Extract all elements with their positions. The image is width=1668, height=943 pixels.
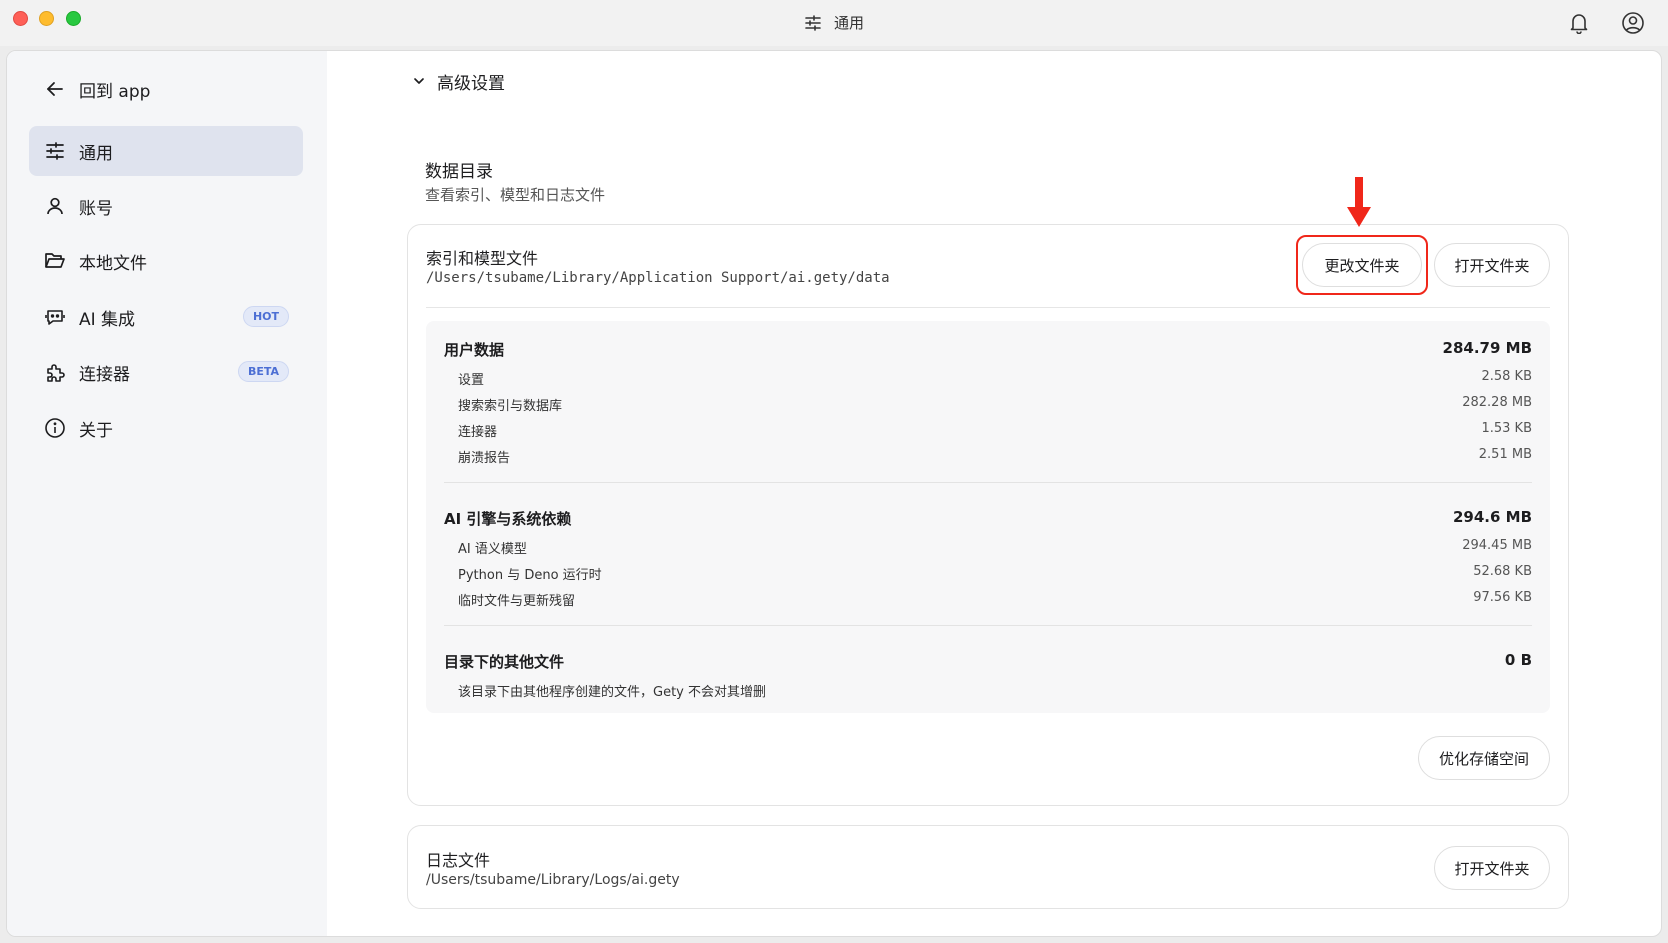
hot-badge: HOT	[242, 306, 289, 327]
settings-window: 回到 app 通用 账号 本地文件 AI 集成 HOT 连接器 BETA 关于 …	[6, 50, 1662, 937]
group-total: 284.79 MB	[1442, 339, 1532, 357]
sidebar-item-label: 通用	[79, 143, 113, 164]
row-value: 2.51 MB	[1478, 447, 1532, 462]
arrow-down-icon	[1345, 177, 1373, 233]
divider	[444, 625, 1532, 626]
log-files-path: /Users/tsubame/Library/Logs/ai.gety	[426, 872, 680, 888]
row-value: 282.28 MB	[1462, 395, 1532, 410]
advanced-settings-toggle[interactable]: 高级设置	[413, 69, 505, 94]
sliders-icon	[804, 14, 822, 32]
robot-chat-icon	[43, 305, 67, 329]
row-label: 搜索索引与数据库	[458, 399, 563, 414]
sidebar-item-account[interactable]: 账号	[29, 181, 303, 231]
main-content: 高级设置 数据目录 查看索引、模型和日志文件 索引和模型文件 /Users/ts…	[327, 51, 1661, 936]
group-note: 该目录下由其他程序创建的文件，Gety 不会对其增删	[458, 685, 766, 700]
sidebar-item-label: AI 集成	[79, 309, 136, 330]
person-icon	[43, 194, 67, 218]
row-label: 连接器	[458, 425, 498, 440]
optimize-storage-button[interactable]: 优化存储空间	[1418, 736, 1550, 780]
sidebar-item-back[interactable]: 回到 app	[29, 64, 303, 114]
group-title: AI 引擎与系统依赖	[444, 510, 572, 528]
data-directory-description: 查看索引、模型和日志文件	[425, 186, 606, 204]
group-total: 0 B	[1504, 651, 1532, 669]
divider	[426, 307, 1550, 308]
sidebar-item-about[interactable]: 关于	[29, 403, 303, 453]
row-label: 设置	[458, 373, 485, 388]
sidebar-item-label: 连接器	[79, 364, 130, 385]
sidebar-item-general[interactable]: 通用	[29, 126, 303, 176]
row-value: 1.53 KB	[1481, 421, 1532, 436]
sidebar-item-label: 回到 app	[79, 81, 151, 102]
row-value: 294.45 MB	[1462, 538, 1532, 553]
account-icon[interactable]	[1620, 10, 1646, 36]
log-files-card: 日志文件 /Users/tsubame/Library/Logs/ai.gety…	[407, 825, 1569, 909]
index-model-files-card: 索引和模型文件 /Users/tsubame/Library/Applicati…	[407, 177, 1569, 806]
sidebar: 回到 app 通用 账号 本地文件 AI 集成 HOT 连接器 BETA 关于	[7, 51, 327, 936]
row-label: Python 与 Deno 运行时	[458, 568, 602, 583]
group-title: 目录下的其他文件	[444, 653, 565, 671]
arrow-left-icon	[43, 77, 67, 101]
log-files-title: 日志文件	[426, 851, 491, 870]
info-icon	[43, 416, 67, 440]
row-label: 临时文件与更新残留	[458, 594, 576, 609]
group-title: 用户数据	[444, 341, 505, 359]
sidebar-item-connectors[interactable]: 连接器 BETA	[29, 347, 303, 397]
row-label: 崩溃报告	[458, 451, 511, 466]
index-files-title: 索引和模型文件	[426, 249, 539, 268]
sliders-icon	[43, 139, 67, 163]
row-value: 52.68 KB	[1473, 564, 1532, 579]
index-files-path: /Users/tsubame/Library/Application Suppo…	[426, 270, 890, 286]
group-total: 294.6 MB	[1452, 508, 1532, 526]
open-log-folder-button[interactable]: 打开文件夹	[1434, 846, 1550, 890]
sidebar-item-local-files[interactable]: 本地文件	[29, 236, 303, 286]
divider	[444, 482, 1532, 483]
window-title: 通用	[833, 14, 864, 32]
data-directory-title: 数据目录	[425, 162, 493, 182]
sidebar-item-ai-integration[interactable]: AI 集成 HOT	[29, 292, 303, 342]
row-value: 97.56 KB	[1473, 590, 1532, 605]
chevron-down-icon	[413, 72, 425, 92]
beta-badge: BETA	[237, 361, 289, 382]
puzzle-icon	[43, 360, 67, 384]
row-value: 2.58 KB	[1481, 369, 1532, 384]
open-folder-button[interactable]: 打开文件夹	[1434, 243, 1550, 287]
sidebar-item-label: 账号	[79, 198, 113, 219]
folder-open-icon	[43, 249, 67, 273]
sidebar-item-label: 本地文件	[79, 253, 147, 274]
storage-breakdown: 用户数据 284.79 MB 设置 2.58 KB 搜索索引与数据库 282.2…	[426, 321, 1550, 713]
title-bar: 通用	[0, 0, 1668, 46]
bell-icon[interactable]	[1566, 10, 1592, 36]
advanced-settings-label: 高级设置	[437, 74, 505, 94]
change-folder-button[interactable]: 更改文件夹	[1302, 243, 1422, 287]
sidebar-item-label: 关于	[79, 420, 113, 441]
row-label: AI 语义模型	[458, 542, 527, 557]
